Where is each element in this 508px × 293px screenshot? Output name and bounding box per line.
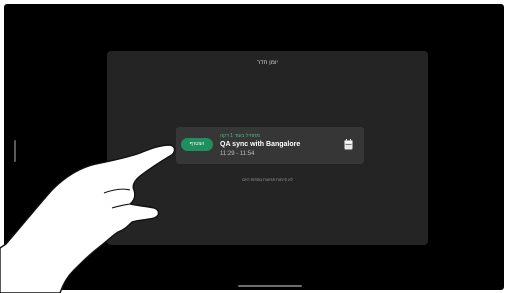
- screenshot-frame: יומן חדר הצטרף מתחיל בעוד 1 דקה QA sync …: [0, 0, 508, 293]
- pointing-hand-icon: [0, 144, 176, 293]
